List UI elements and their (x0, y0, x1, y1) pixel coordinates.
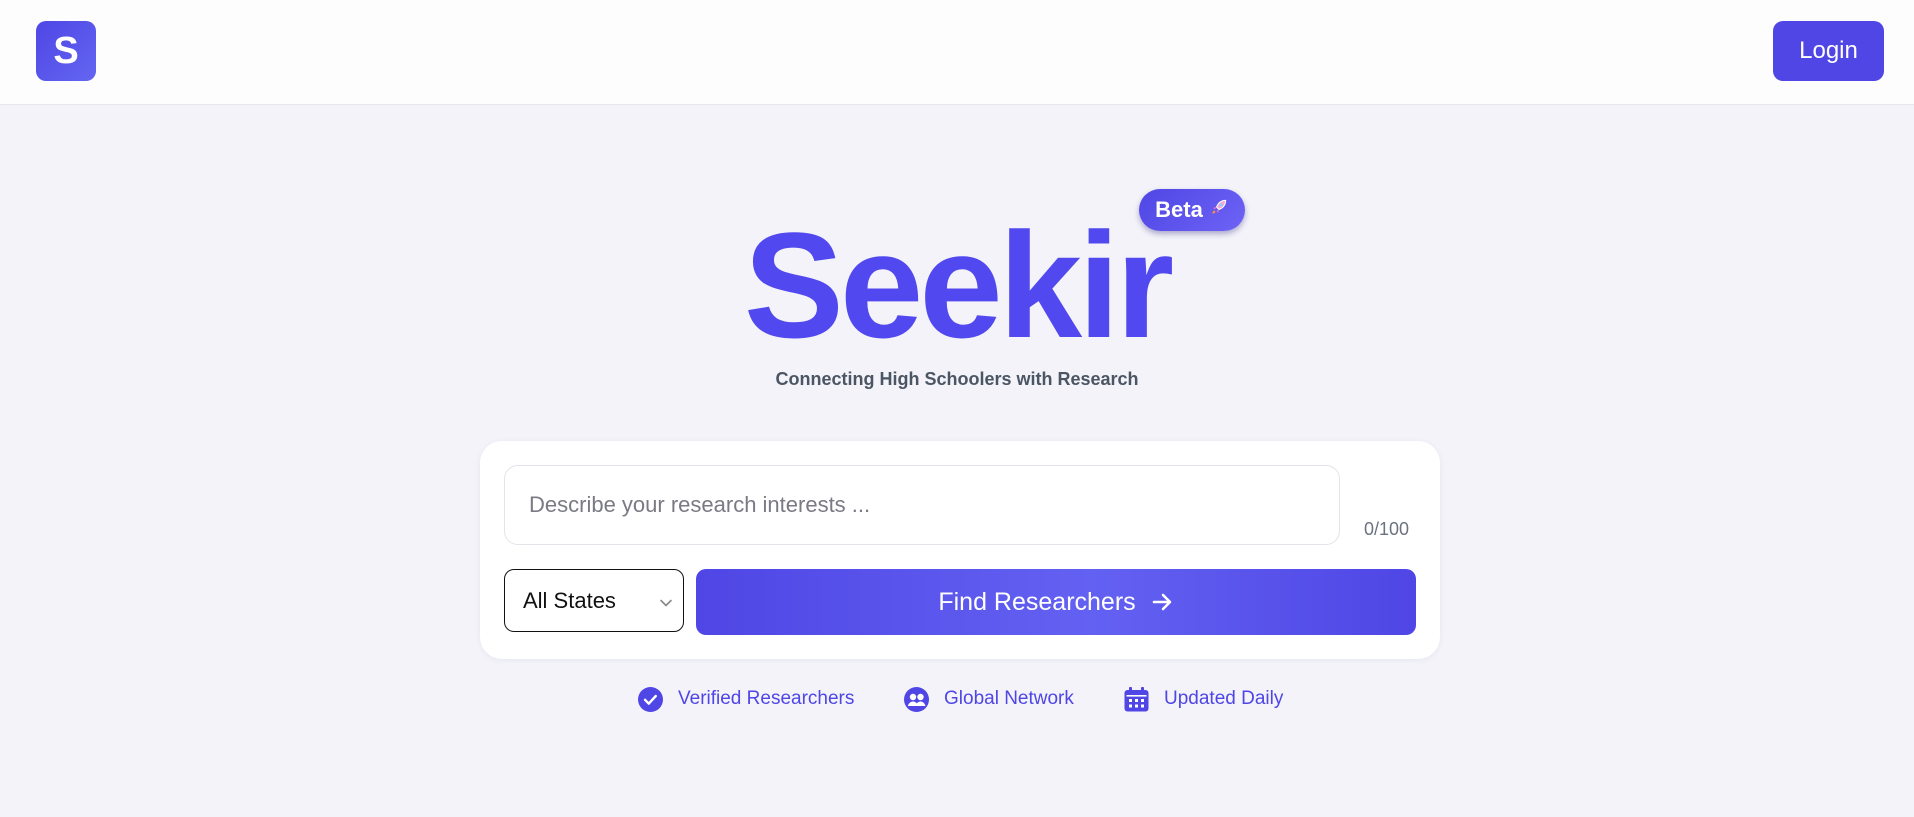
feature-updated: Updated Daily (1123, 684, 1283, 714)
beta-badge: Beta (1139, 189, 1245, 231)
feature-label: Global Network (944, 688, 1074, 709)
top-header: S Login (0, 0, 1914, 105)
logo[interactable]: S (36, 21, 96, 81)
feature-label: Updated Daily (1164, 688, 1284, 709)
rocket-icon (1209, 197, 1229, 223)
feature-global: Global Network (903, 684, 1074, 714)
search-card: 0/100 All States Find Researchers (480, 441, 1440, 659)
hero-title: Seekir (743, 201, 1174, 369)
arrow-right-icon (1152, 593, 1171, 611)
feature-verified: Verified Researchers (637, 684, 854, 714)
beta-label: Beta (1155, 197, 1203, 222)
find-researchers-button[interactable]: Find Researchers (696, 569, 1416, 635)
people-icon (904, 686, 929, 712)
feature-label: Verified Researchers (678, 688, 855, 709)
feature-list: Verified Researchers Global Network Upda… (0, 684, 1914, 714)
login-button[interactable]: Login (1773, 21, 1884, 81)
research-interests-input[interactable] (504, 465, 1340, 545)
character-counter: 0/100 (1364, 519, 1410, 539)
calendar-icon (1124, 686, 1149, 711)
chevron-down-icon (660, 599, 672, 607)
logo-letter: S (53, 29, 79, 72)
state-select-value: All States (523, 587, 616, 613)
state-select[interactable]: All States (504, 569, 684, 632)
check-circle-icon (638, 686, 663, 712)
hero-subtitle: Connecting High Schoolers with Research (775, 369, 1139, 389)
find-researchers-label: Find Researchers (938, 587, 1136, 616)
